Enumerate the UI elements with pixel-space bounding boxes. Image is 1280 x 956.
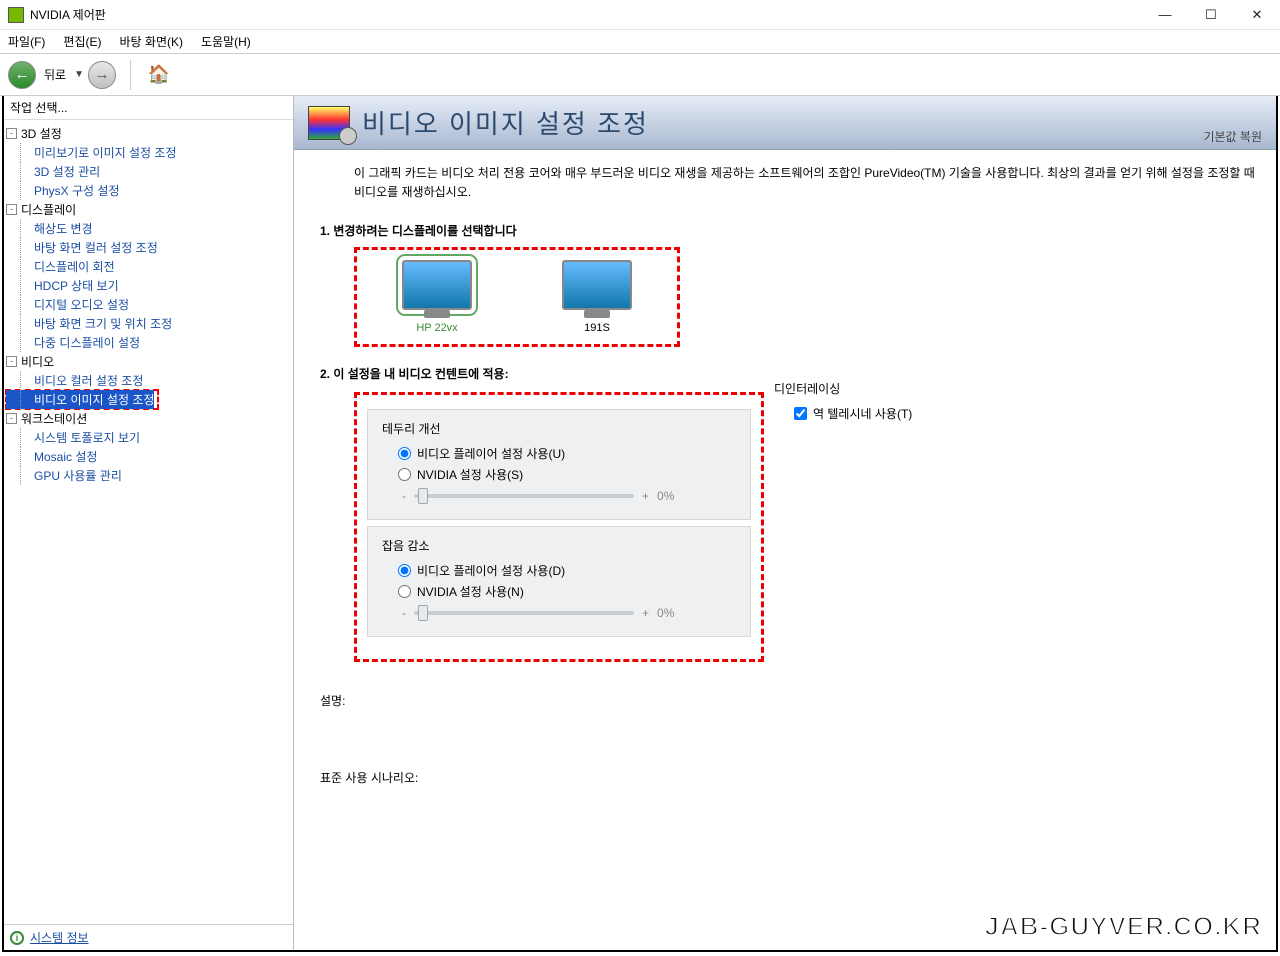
separator (130, 60, 131, 90)
monitor-icon (402, 260, 472, 310)
tree-item-preview[interactable]: 미리보기로 이미지 설정 조정 (6, 143, 291, 162)
tree-item-vimage[interactable]: 비디오 이미지 설정 조정 (6, 390, 154, 409)
tree-cat-display[interactable]: -디스플레이 (6, 200, 291, 219)
description-label: 설명: (320, 692, 1256, 709)
menu-file[interactable]: 파일(F) (8, 33, 45, 50)
group-noise-reduce: 잡음 감소 비디오 플레이어 설정 사용(D) NVIDIA 설정 사용(N) … (367, 526, 751, 637)
window-title: NVIDIA 제어판 (30, 6, 106, 23)
section1-title: 1. 변경하려는 디스플레이를 선택합니다 (320, 222, 1256, 239)
minimize-button[interactable]: — (1142, 0, 1188, 30)
tree-item-vcolor[interactable]: 비디오 컬러 설정 조정 (6, 371, 291, 390)
tree-item-topo[interactable]: 시스템 토폴로지 보기 (6, 428, 291, 447)
slider-edge[interactable]: -+0% (382, 485, 736, 503)
main-panel: 비디오 이미지 설정 조정 기본값 복원 이 그래픽 카드는 비디오 처리 전용… (294, 96, 1276, 950)
info-icon: i (10, 931, 24, 945)
toolbar: ← 뒤로 ▼ → 🏠 (0, 54, 1280, 96)
display-label: 191S (537, 322, 657, 334)
checkbox-inverse-telecine[interactable]: 역 텔레시네 사용(T) (774, 405, 912, 422)
display-selector: HP 22vx 191S (357, 250, 677, 344)
sidebar: 작업 선택... -3D 설정 미리보기로 이미지 설정 조정 3D 설정 관리… (4, 96, 294, 950)
tree-cat-3d[interactable]: -3D 설정 (6, 124, 291, 143)
tree-item-rotate[interactable]: 디스플레이 회전 (6, 257, 291, 276)
display-label: HP 22vx (377, 322, 497, 334)
group-deinterlace: 디인터레이싱 역 텔레시네 사용(T) (774, 380, 912, 422)
forward-button[interactable]: → (88, 61, 116, 89)
tree-item-mosaic[interactable]: Mosaic 설정 (6, 447, 291, 466)
tree-item-multi[interactable]: 다중 디스플레이 설정 (6, 333, 291, 352)
settings-highlight: 테두리 개선 비디오 플레이어 설정 사용(U) NVIDIA 설정 사용(S)… (354, 392, 764, 662)
menu-help[interactable]: 도움말(H) (201, 33, 251, 50)
tree-item-size[interactable]: 바탕 화면 크기 및 위치 조정 (6, 314, 291, 333)
group-edge-enhance: 테두리 개선 비디오 플레이어 설정 사용(U) NVIDIA 설정 사용(S)… (367, 409, 751, 520)
titlebar: NVIDIA 제어판 — ☐ ✕ (0, 0, 1280, 30)
tree-cat-ws[interactable]: -워크스테이션 (6, 409, 291, 428)
group-title: 테두리 개선 (382, 420, 736, 437)
back-button[interactable]: ← (8, 61, 36, 89)
watermark: 잡가이버 JAB-GUYVER.CO.KR (985, 862, 1262, 942)
restore-defaults-link[interactable]: 기본값 복원 (1203, 128, 1262, 145)
menu-edit[interactable]: 편집(E) (63, 33, 101, 50)
header-icon (308, 106, 350, 140)
home-button[interactable]: 🏠 (145, 61, 173, 89)
deint-title: 디인터레이싱 (774, 380, 912, 397)
monitor-icon (562, 260, 632, 310)
group-title: 잡음 감소 (382, 537, 736, 554)
menubar: 파일(F) 편집(E) 바탕 화면(K) 도움말(H) (0, 30, 1280, 54)
display-hp22vx[interactable]: HP 22vx (377, 260, 497, 334)
page-header: 비디오 이미지 설정 조정 기본값 복원 (294, 96, 1276, 150)
tree-item-gpu[interactable]: GPU 사용률 관리 (6, 466, 291, 485)
scenario-label: 표준 사용 시나리오: (320, 769, 1256, 786)
display-191s[interactable]: 191S (537, 260, 657, 334)
system-info[interactable]: i 시스템 정보 (4, 924, 293, 950)
radio-edge-player[interactable]: 비디오 플레이어 설정 사용(U) (382, 443, 736, 464)
back-dropdown[interactable]: ▼ (74, 69, 84, 80)
tree-item-res[interactable]: 해상도 변경 (6, 219, 291, 238)
slider-noise[interactable]: -+0% (382, 602, 736, 620)
tree-item-physx[interactable]: PhysX 구성 설정 (6, 181, 291, 200)
page-title: 비디오 이미지 설정 조정 (362, 104, 649, 141)
tree-item-audio[interactable]: 디지털 오디오 설정 (6, 295, 291, 314)
system-info-link[interactable]: 시스템 정보 (30, 929, 89, 946)
nvidia-icon (8, 7, 24, 23)
sidebar-header: 작업 선택... (4, 96, 293, 120)
tree-item-deskcolor[interactable]: 바탕 화면 컬러 설정 조정 (6, 238, 291, 257)
page-description: 이 그래픽 카드는 비디오 처리 전용 코어와 매우 부드러운 비디오 재생을 … (354, 164, 1256, 202)
back-label: 뒤로 (44, 66, 66, 83)
tree-cat-video[interactable]: -비디오 (6, 352, 291, 371)
radio-noise-nvidia[interactable]: NVIDIA 설정 사용(N) (382, 581, 736, 602)
nav-tree: -3D 설정 미리보기로 이미지 설정 조정 3D 설정 관리 PhysX 구성… (4, 120, 293, 924)
tree-item-3dmanage[interactable]: 3D 설정 관리 (6, 162, 291, 181)
menu-desktop[interactable]: 바탕 화면(K) (119, 33, 183, 50)
radio-noise-player[interactable]: 비디오 플레이어 설정 사용(D) (382, 560, 736, 581)
radio-edge-nvidia[interactable]: NVIDIA 설정 사용(S) (382, 464, 736, 485)
close-button[interactable]: ✕ (1234, 0, 1280, 30)
maximize-button[interactable]: ☐ (1188, 0, 1234, 30)
tree-item-hdcp[interactable]: HDCP 상태 보기 (6, 276, 291, 295)
